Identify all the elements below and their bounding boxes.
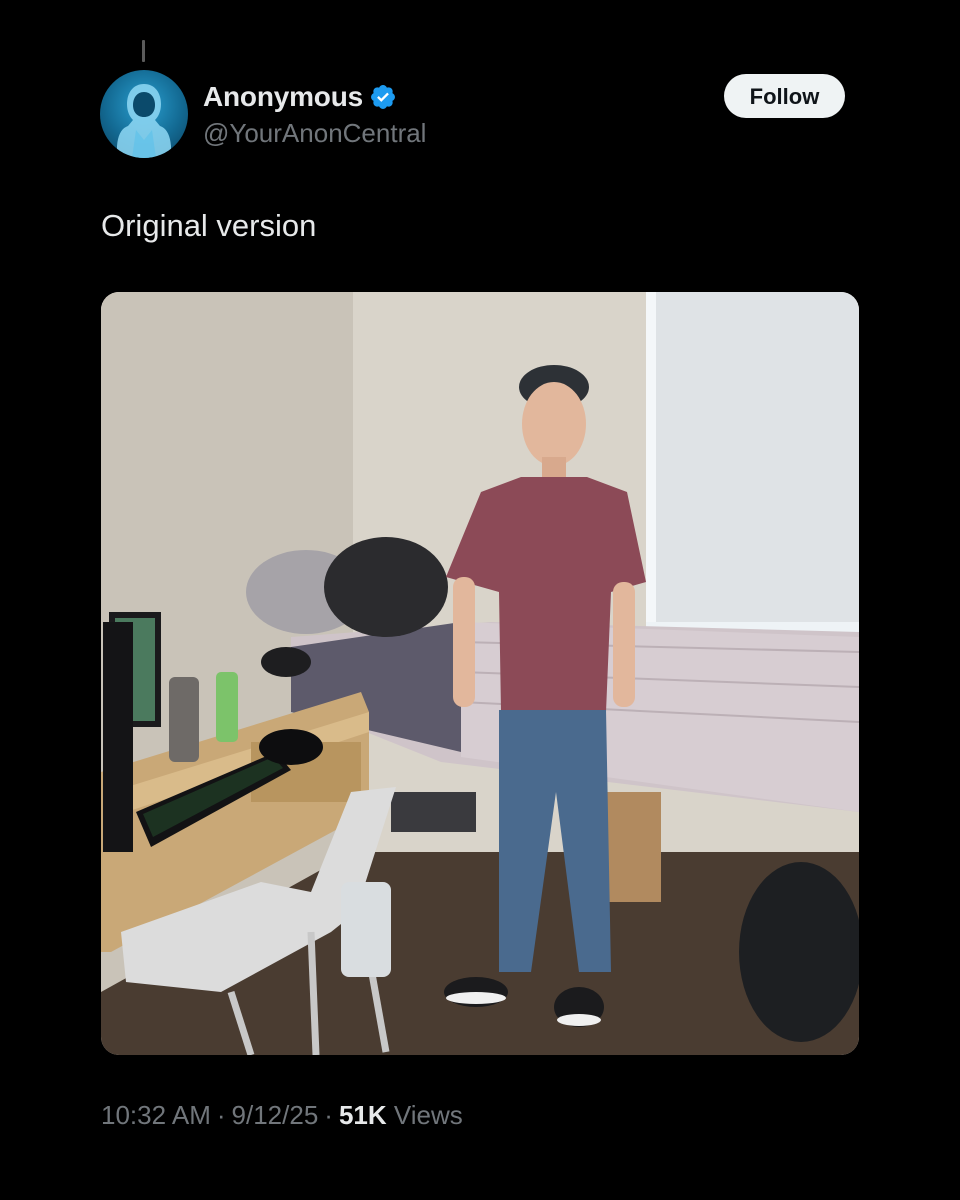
meta-separator: · [216,1100,226,1130]
tweet-date[interactable]: 9/12/25 [232,1100,319,1130]
author-name-row: Anonymous [203,80,426,114]
dorm-room-photo [101,292,859,1055]
author-avatar[interactable] [100,70,188,158]
author-display-name[interactable]: Anonymous [203,81,363,113]
author-info: Anonymous @YourAnonCentral [203,80,426,149]
tweet-view: Anonymous @YourAnonCentral Follow Origin… [0,0,960,1200]
tweet-meta: 10:32 AM · 9/12/25 · 51K Views [101,1100,463,1131]
tweet-time[interactable]: 10:32 AM [101,1100,211,1130]
tweet-media-photo[interactable] [101,292,859,1055]
follow-button[interactable]: Follow [724,74,845,118]
meta-separator: · [324,1100,333,1130]
tweet-text: Original version [101,208,317,243]
views-count: 51K [338,1100,387,1130]
hooded-figure-icon [117,84,171,158]
views-label: Views [393,1100,463,1130]
author-handle[interactable]: @YourAnonCentral [203,118,426,149]
thread-connector-line [142,40,145,62]
verified-badge-icon [369,83,397,111]
